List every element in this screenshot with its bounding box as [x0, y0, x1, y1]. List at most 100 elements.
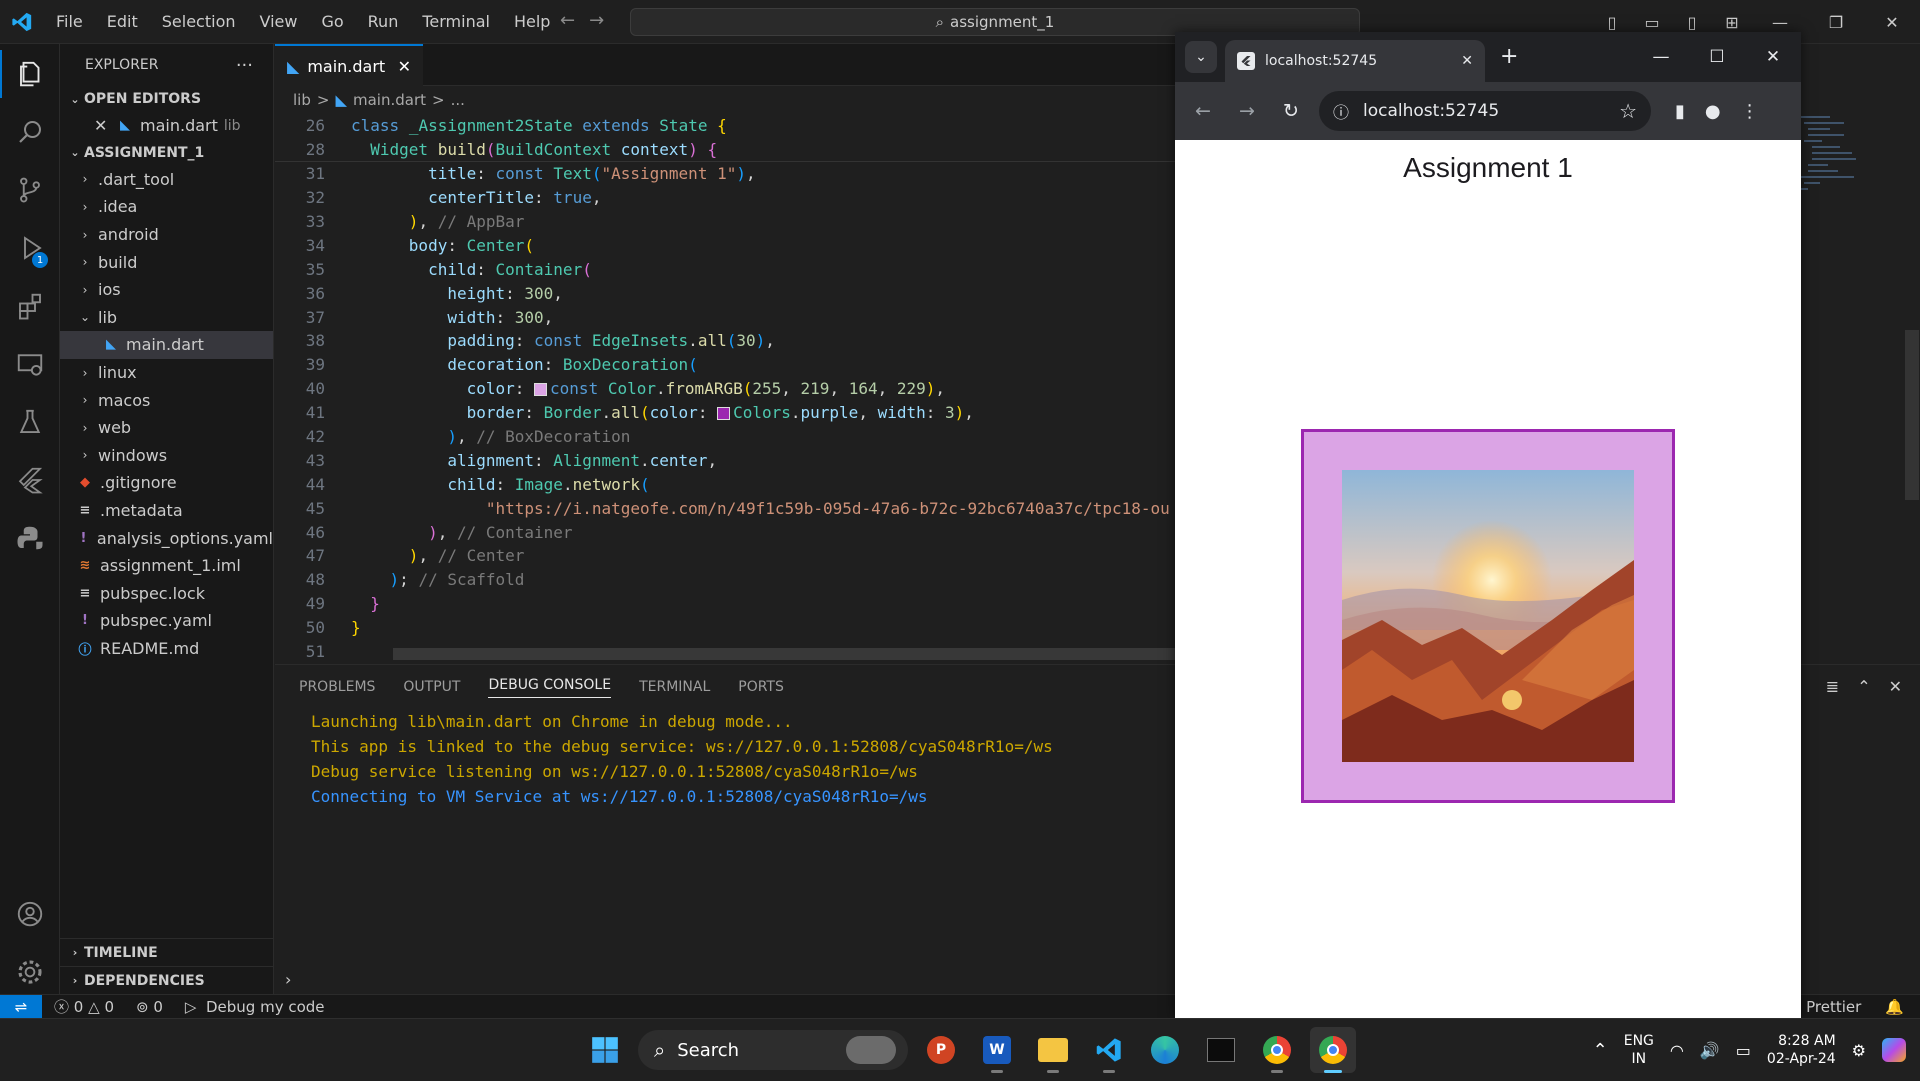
forward-arrow-icon[interactable]: →	[589, 10, 604, 31]
horizontal-scrollbar[interactable]	[393, 648, 1193, 660]
vertical-scrollbar[interactable]	[1905, 330, 1919, 500]
chrome-tab[interactable]: localhost:52745 ✕	[1225, 40, 1485, 82]
start-button[interactable]	[582, 1027, 628, 1073]
flutter-icon[interactable]	[0, 456, 60, 504]
chrome-active-icon[interactable]	[1310, 1027, 1356, 1073]
problems-indicator[interactable]: ⓧ 0 △ 0	[54, 996, 114, 1017]
volume-icon[interactable]: 🔊	[1700, 1041, 1720, 1060]
tree-item[interactable]: › build	[60, 248, 273, 276]
code-line[interactable]: 33 ), // AppBar	[275, 210, 1175, 234]
tree-item[interactable]: ⌄ lib	[60, 304, 273, 332]
code-line[interactable]: 44 child: Image.network(	[275, 472, 1175, 496]
code-line[interactable]: 36 height: 300,	[275, 281, 1175, 305]
open-editor-item[interactable]: ✕ ◣ main.dart lib	[60, 112, 273, 140]
panel-tab[interactable]: PORTS	[738, 679, 784, 695]
toggle-panel-icon[interactable]: ▭	[1632, 13, 1672, 32]
project-section[interactable]: ⌄ ASSIGNMENT_1	[60, 140, 273, 166]
code-line[interactable]: 34 body: Center(	[275, 233, 1175, 257]
terminal-icon[interactable]	[1198, 1027, 1244, 1073]
code-line[interactable]: 48 ); // Scaffold	[275, 568, 1175, 592]
console-input-chevron-icon[interactable]: ›	[285, 970, 291, 989]
close-window-button[interactable]: ✕	[1864, 13, 1920, 32]
python-icon[interactable]	[0, 514, 60, 562]
tree-item[interactable]: ◣ main.dart	[60, 331, 273, 359]
remote-indicator-icon[interactable]: ⇌	[0, 994, 42, 1019]
breadcrumb-item[interactable]: main.dart	[353, 91, 426, 109]
testing-icon[interactable]	[0, 398, 60, 446]
code-line[interactable]: 39 decoration: BoxDecoration(	[275, 353, 1175, 377]
code-line[interactable]: 47 ), // Center	[275, 544, 1175, 568]
maximize-panel-icon[interactable]: ⌃	[1857, 677, 1870, 696]
show-hidden-icons-chevron-icon[interactable]: ⌃	[1593, 1040, 1608, 1061]
site-info-icon[interactable]: ⓘ	[1333, 99, 1349, 123]
taskbar-search[interactable]: ⌕ Search	[638, 1030, 908, 1070]
tree-item[interactable]: › .dart_tool	[60, 166, 273, 194]
code-line[interactable]: 50}	[275, 616, 1175, 640]
explorer-icon[interactable]	[0, 50, 60, 98]
tree-item[interactable]: ≡ pubspec.lock	[60, 580, 273, 608]
menu-item[interactable]: Terminal	[410, 12, 502, 31]
tree-item[interactable]: ! pubspec.yaml	[60, 607, 273, 635]
extensions-icon[interactable]	[0, 282, 60, 330]
close-window-button[interactable]: ✕	[1745, 47, 1801, 67]
tree-item[interactable]: ≡ .metadata	[60, 497, 273, 525]
minimize-button[interactable]: —	[1752, 13, 1808, 32]
tree-item[interactable]: › macos	[60, 386, 273, 414]
close-tab-icon[interactable]: ✕	[398, 57, 411, 76]
tree-item[interactable]: › ios	[60, 276, 273, 304]
side-panel-icon[interactable]: ▮	[1675, 101, 1685, 122]
vscode-taskbar-icon[interactable]	[1086, 1027, 1132, 1073]
clock[interactable]: 8:28 AM 02-Apr-24	[1767, 1032, 1836, 1068]
close-tab-icon[interactable]: ✕	[1461, 53, 1473, 69]
wifi-icon[interactable]: ◠	[1670, 1041, 1684, 1060]
ports-indicator[interactable]: ⊚ 0	[136, 998, 163, 1016]
panel-tab[interactable]: PROBLEMS	[299, 679, 375, 695]
menu-item[interactable]: Help	[502, 12, 562, 31]
new-tab-icon[interactable]: +	[1500, 44, 1518, 69]
chrome-menu-icon[interactable]: ⋮	[1741, 101, 1759, 122]
back-arrow-icon[interactable]: ←	[1187, 100, 1219, 122]
restore-button[interactable]: ❐	[1808, 13, 1864, 32]
notification-center-icon[interactable]: ⚙	[1852, 1041, 1866, 1060]
breadcrumb-item[interactable]: ...	[451, 91, 465, 109]
copilot-icon[interactable]	[1882, 1038, 1906, 1062]
code-line[interactable]: 38 padding: const EdgeInsets.all(30),	[275, 329, 1175, 353]
tree-item[interactable]: › android	[60, 221, 273, 249]
settings-gear-icon[interactable]	[0, 948, 60, 996]
chrome-icon[interactable]	[1254, 1027, 1300, 1073]
code-line[interactable]: 46 ), // Container	[275, 520, 1175, 544]
code-line[interactable]: 40 color: const Color.fromARGB(255, 219,…	[275, 377, 1175, 401]
code-line[interactable]: 26 class _Assignment2State extends State …	[275, 114, 1175, 138]
code-line[interactable]: 49 }	[275, 592, 1175, 616]
forward-arrow-icon[interactable]: →	[1231, 100, 1263, 122]
menu-item[interactable]: Run	[356, 12, 411, 31]
menu-item[interactable]: View	[248, 12, 310, 31]
menu-item[interactable]: Go	[309, 12, 355, 31]
code-line[interactable]: 45 "https://i.natgeofe.com/n/49f1c59b-09…	[275, 496, 1175, 520]
code-line[interactable]: 41 border: Border.all(color: Colors.purp…	[275, 401, 1175, 425]
toggle-sidebar-icon[interactable]: ▯	[1592, 13, 1632, 32]
tree-item[interactable]: ⓘ README.md	[60, 635, 273, 663]
tab-main-dart[interactable]: ◣ main.dart ✕	[275, 44, 423, 86]
source-control-icon[interactable]	[0, 166, 60, 214]
tree-item[interactable]: › .idea	[60, 193, 273, 221]
panel-tab[interactable]: DEBUG CONSOLE	[488, 677, 612, 698]
tree-item[interactable]: ≋ assignment_1.iml	[60, 552, 273, 580]
open-editors-section[interactable]: ⌄ OPEN EDITORS	[60, 86, 273, 112]
battery-icon[interactable]: ▭	[1736, 1041, 1751, 1060]
close-icon[interactable]: ✕	[94, 116, 112, 135]
clear-console-icon[interactable]: ≣	[1826, 677, 1839, 696]
tree-item[interactable]: › windows	[60, 442, 273, 470]
powerpoint-icon[interactable]: P	[918, 1027, 964, 1073]
language-indicator[interactable]: ENG IN	[1624, 1032, 1654, 1068]
minimize-button[interactable]: —	[1633, 47, 1689, 67]
dependencies-section[interactable]: › DEPENDENCIES	[60, 966, 274, 994]
customize-layout-icon[interactable]: ⊞	[1712, 13, 1752, 32]
tree-item[interactable]: ! analysis_options.yaml	[60, 524, 273, 552]
close-panel-icon[interactable]: ✕	[1889, 677, 1902, 696]
accounts-icon[interactable]	[0, 890, 60, 938]
maximize-button[interactable]: ☐	[1689, 47, 1745, 67]
tree-item[interactable]: › web	[60, 414, 273, 442]
code-line[interactable]: 42 ), // BoxDecoration	[275, 425, 1175, 449]
code-editor[interactable]: 26 class _Assignment2State extends State …	[275, 114, 1175, 663]
